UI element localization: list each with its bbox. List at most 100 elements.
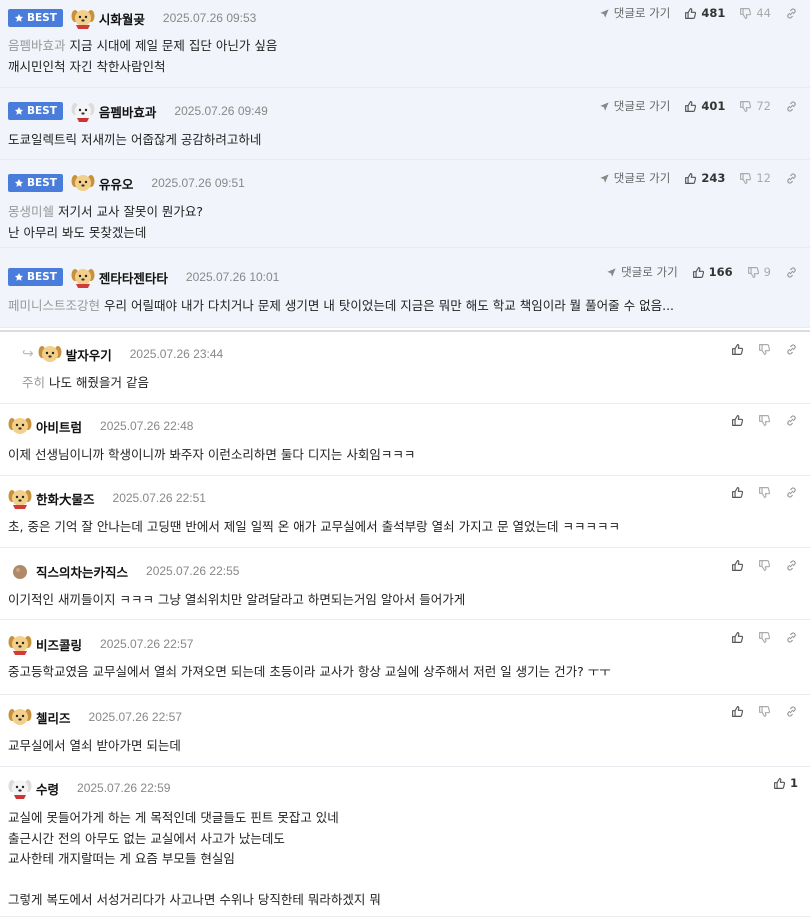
upvote-button[interactable] xyxy=(731,631,744,644)
thumbs-up-icon xyxy=(732,632,744,643)
upvote-button[interactable]: 166 xyxy=(692,265,733,279)
permalink-button[interactable] xyxy=(785,559,798,572)
goto-reply-link[interactable]: 댓글로 가기 xyxy=(599,98,670,114)
permalink-button[interactable] xyxy=(785,705,798,718)
permalink-button[interactable] xyxy=(785,486,798,499)
thumbs-up-icon xyxy=(685,7,697,19)
downvote-button[interactable]: 12 xyxy=(739,171,771,185)
avatar[interactable] xyxy=(8,633,32,655)
goto-reply-link[interactable]: 댓글로 가기 xyxy=(599,170,670,186)
best-label: BEST xyxy=(27,177,57,189)
mention-nickname[interactable]: 주히 xyxy=(22,375,45,390)
avatar[interactable] xyxy=(8,487,32,509)
upvote-button[interactable] xyxy=(731,486,744,499)
comment-text: 나도 해줬을거 같음 xyxy=(49,375,149,390)
send-icon xyxy=(600,173,609,183)
upvote-button[interactable]: 1 xyxy=(773,776,798,790)
downvote-button[interactable]: 9 xyxy=(747,265,771,279)
comment-header: BEST 음펨바효과 2025.07.26 09:49 xyxy=(8,100,268,122)
downvote-button[interactable] xyxy=(758,486,771,499)
nickname[interactable]: 유유오 xyxy=(99,174,134,193)
mention-nickname[interactable]: 페미니스트조강현 xyxy=(8,298,100,313)
upvote-button[interactable]: 401 xyxy=(684,99,725,113)
nickname[interactable]: 비즈콜링 xyxy=(36,635,82,654)
nickname[interactable]: 발자우기 xyxy=(66,345,112,364)
link-icon xyxy=(787,172,796,184)
reply-arrow-icon: ↪ xyxy=(22,346,34,362)
mention-nickname[interactable]: 몽생미쉘 xyxy=(8,204,54,219)
downvote-button[interactable] xyxy=(758,705,771,718)
comment-line: 교실에 못들어가게 하는 게 목적인데 댓글들도 핀트 못잡고 있네 xyxy=(8,808,800,829)
comment-actions xyxy=(731,705,798,718)
avatar[interactable] xyxy=(8,415,32,437)
thumbs-down-icon xyxy=(740,100,752,112)
timestamp: 2025.07.26 22:48 xyxy=(100,419,194,433)
star-icon xyxy=(14,272,24,281)
upvote-button[interactable] xyxy=(731,343,744,356)
upvote-button[interactable]: 243 xyxy=(684,171,725,185)
link-icon xyxy=(787,560,796,571)
nickname[interactable]: 음펨바효과 xyxy=(99,102,157,121)
permalink-button[interactable] xyxy=(785,343,798,356)
permalink-button[interactable] xyxy=(785,100,798,113)
nickname[interactable]: 첼리즈 xyxy=(36,708,71,727)
permalink-button[interactable] xyxy=(785,414,798,427)
nickname[interactable]: 한화大물즈 xyxy=(36,489,95,508)
permalink-button[interactable] xyxy=(785,172,798,185)
comment-line: 교사한테 개지랄떠는 게 요즘 부모들 현실임 xyxy=(8,849,800,870)
comment-line: 도쿄일렉트릭 저새끼는 어줍잖게 공감하려고하네 xyxy=(8,130,800,151)
comment: 비즈콜링 2025.07.26 22:57 중고등학교였음 교무실에서 열쇠 가져오… xyxy=(0,620,810,695)
downvote-button[interactable] xyxy=(758,343,771,356)
comment-text: 저기서 교사 잘못이 뭔가요? xyxy=(58,204,204,219)
star-icon xyxy=(14,178,24,187)
upvote-button[interactable] xyxy=(731,559,744,572)
comment-body: 초, 중은 기억 잘 안나는데 고딩땐 반에서 제일 일찍 온 애가 교무실에서… xyxy=(8,517,800,538)
avatar[interactable] xyxy=(71,100,95,122)
thumbs-down-icon xyxy=(759,344,771,355)
goto-reply-link[interactable]: 댓글로 가기 xyxy=(606,264,678,280)
upvote-button[interactable] xyxy=(731,414,744,427)
comment-list: BEST 시화월곶 2025.07.26 09:53 댓글로 가기 481 44 음펨바효과… xyxy=(0,0,810,917)
permalink-button[interactable] xyxy=(785,266,798,279)
timestamp: 2025.07.26 22:57 xyxy=(88,710,182,724)
timestamp: 2025.07.26 09:51 xyxy=(151,176,245,190)
avatar[interactable] xyxy=(71,7,95,29)
thumbs-up-icon xyxy=(732,560,744,571)
comment-text: 초, 중은 기억 잘 안나는데 고딩땐 반에서 제일 일찍 온 애가 교무실에서… xyxy=(8,519,621,534)
goto-reply-link[interactable]: 댓글로 가기 xyxy=(599,5,670,21)
downvote-count: 72 xyxy=(756,99,771,113)
avatar[interactable] xyxy=(8,560,32,582)
upvote-button[interactable]: 481 xyxy=(684,6,725,20)
comment: 첼리즈 2025.07.26 22:57 교무실에서 열쇠 받아가면 되는데 xyxy=(0,695,810,767)
nickname[interactable]: 젠타타젠타타 xyxy=(99,268,168,287)
mention-nickname[interactable]: 음펨바효과 xyxy=(8,38,66,53)
avatar[interactable] xyxy=(71,172,95,194)
comment-actions: 댓글로 가기 401 72 xyxy=(599,98,798,114)
upvote-button[interactable] xyxy=(731,705,744,718)
best-label: BEST xyxy=(27,271,57,283)
thumbs-up-icon xyxy=(692,266,704,278)
downvote-button[interactable] xyxy=(758,631,771,644)
comment-line: 초, 중은 기억 잘 안나는데 고딩땐 반에서 제일 일찍 온 애가 교무실에서… xyxy=(8,517,800,538)
downvote-button[interactable]: 44 xyxy=(739,6,771,20)
avatar[interactable] xyxy=(71,266,95,288)
downvote-button[interactable] xyxy=(758,414,771,427)
comment-actions: 1 xyxy=(773,776,798,790)
avatar[interactable] xyxy=(38,343,62,365)
downvote-button[interactable]: 72 xyxy=(739,99,771,113)
downvote-count: 12 xyxy=(756,171,771,185)
downvote-button[interactable] xyxy=(758,559,771,572)
nickname[interactable]: 시화월곶 xyxy=(99,9,145,28)
nickname[interactable]: 수령 xyxy=(36,779,59,798)
permalink-button[interactable] xyxy=(785,7,798,20)
comment: 아비트럼 2025.07.26 22:48 이제 선생님이니까 학생이니까 봐주자 … xyxy=(0,404,810,476)
timestamp: 2025.07.26 22:57 xyxy=(100,637,194,651)
upvote-count: 401 xyxy=(701,99,726,113)
nickname[interactable]: 직스의차는카직스 xyxy=(36,562,128,581)
avatar[interactable] xyxy=(8,777,32,799)
nickname[interactable]: 아비트럼 xyxy=(36,417,82,436)
avatar[interactable] xyxy=(8,706,32,728)
best-badge: BEST xyxy=(8,174,63,192)
permalink-button[interactable] xyxy=(785,631,798,644)
thumbs-up-icon xyxy=(685,100,697,112)
